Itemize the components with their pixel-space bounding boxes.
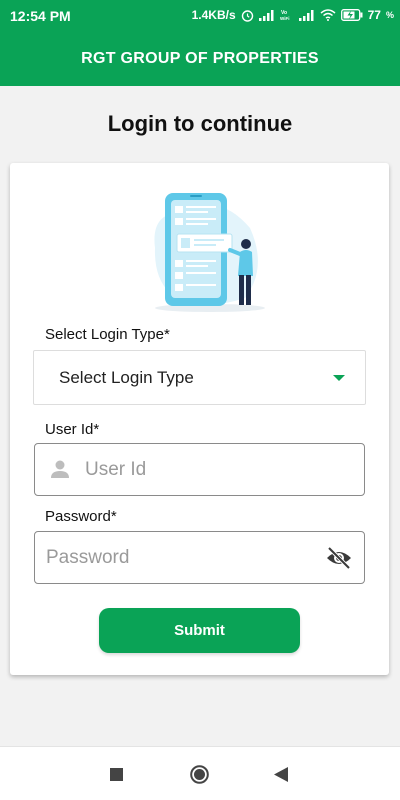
eye-off-icon[interactable] — [326, 546, 352, 570]
user-id-input[interactable] — [85, 455, 345, 485]
login-card: Select Login Type* Select Login Type Use… — [10, 163, 389, 675]
submit-button[interactable]: Submit — [99, 608, 300, 653]
user-id-field[interactable] — [34, 443, 365, 496]
back-triangle-icon[interactable] — [274, 767, 288, 782]
page-title: Login to continue — [107, 111, 293, 136]
password-label: Password* — [45, 508, 117, 525]
signal-icon — [258, 9, 274, 21]
alarm-icon — [241, 9, 253, 22]
login-type-label: Select Login Type* — [45, 326, 170, 343]
recents-square-icon[interactable] — [110, 768, 123, 781]
status-icons: 1.4KB/s Vo WiFi 77 % — [192, 8, 394, 22]
status-bar: 12:54 PM 1.4KB/s Vo WiFi 77 % — [0, 0, 400, 32]
person-icon — [51, 460, 69, 478]
user-id-label: User Id* — [45, 421, 100, 438]
network-speed: 1.4KB/s — [191, 8, 236, 22]
login-type-value: Select Login Type — [59, 368, 194, 387]
home-circle-icon[interactable] — [190, 765, 209, 784]
wifi-icon — [320, 9, 336, 21]
signal-icon — [298, 9, 314, 21]
svg-text:WiFi: WiFi — [280, 16, 289, 21]
status-time: 12:54 PM — [10, 8, 71, 24]
password-input[interactable] — [46, 543, 316, 573]
dropdown-caret-icon — [333, 375, 345, 381]
login-illustration — [154, 193, 265, 312]
system-nav-bar — [0, 746, 400, 800]
password-field[interactable] — [34, 531, 365, 584]
vowifi-icon: Vo WiFi — [280, 10, 289, 21]
battery-percent-sign: % — [385, 10, 394, 20]
login-type-select[interactable]: Select Login Type — [33, 350, 366, 405]
battery-charging-icon — [340, 9, 363, 21]
app-title: RGT GROUP OF PROPERTIES — [81, 50, 319, 67]
app-bar: RGT GROUP OF PROPERTIES — [0, 32, 400, 86]
battery-level: 77 — [367, 8, 381, 22]
